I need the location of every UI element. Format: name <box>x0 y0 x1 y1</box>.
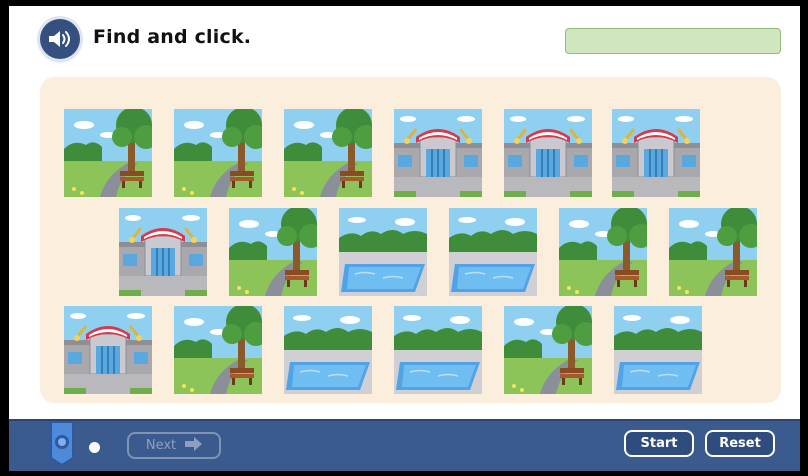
arrow-right-icon <box>184 436 203 455</box>
progress-dot <box>89 442 100 453</box>
card-board <box>40 77 781 403</box>
header: Find and click. <box>9 6 800 72</box>
card-park[interactable] <box>559 208 647 296</box>
card-park[interactable] <box>284 109 372 197</box>
card-pool[interactable] <box>284 306 372 394</box>
card-park[interactable] <box>504 306 592 394</box>
card-school[interactable] <box>64 306 152 394</box>
reset-button[interactable]: Reset <box>705 430 775 457</box>
card-pool[interactable] <box>449 208 537 296</box>
card-school[interactable] <box>394 109 482 197</box>
card-park[interactable] <box>64 109 152 197</box>
card-park[interactable] <box>174 306 262 394</box>
progress-marker-icon <box>47 418 77 467</box>
card-pool[interactable] <box>394 306 482 394</box>
card-park[interactable] <box>174 109 262 197</box>
card-school[interactable] <box>119 208 207 296</box>
card-park[interactable] <box>669 208 757 296</box>
card-park[interactable] <box>229 208 317 296</box>
card-pool[interactable] <box>614 306 702 394</box>
card-school[interactable] <box>504 109 592 197</box>
speaker-icon[interactable] <box>40 19 80 59</box>
next-label: Next <box>145 438 177 453</box>
activity-frame: Find and click. Next Start Reset <box>9 6 800 471</box>
next-button[interactable]: Next <box>127 432 221 459</box>
answer-box <box>565 28 781 54</box>
instruction-title: Find and click. <box>93 26 252 48</box>
start-button[interactable]: Start <box>624 430 694 457</box>
card-pool[interactable] <box>339 208 427 296</box>
card-school[interactable] <box>612 109 700 197</box>
